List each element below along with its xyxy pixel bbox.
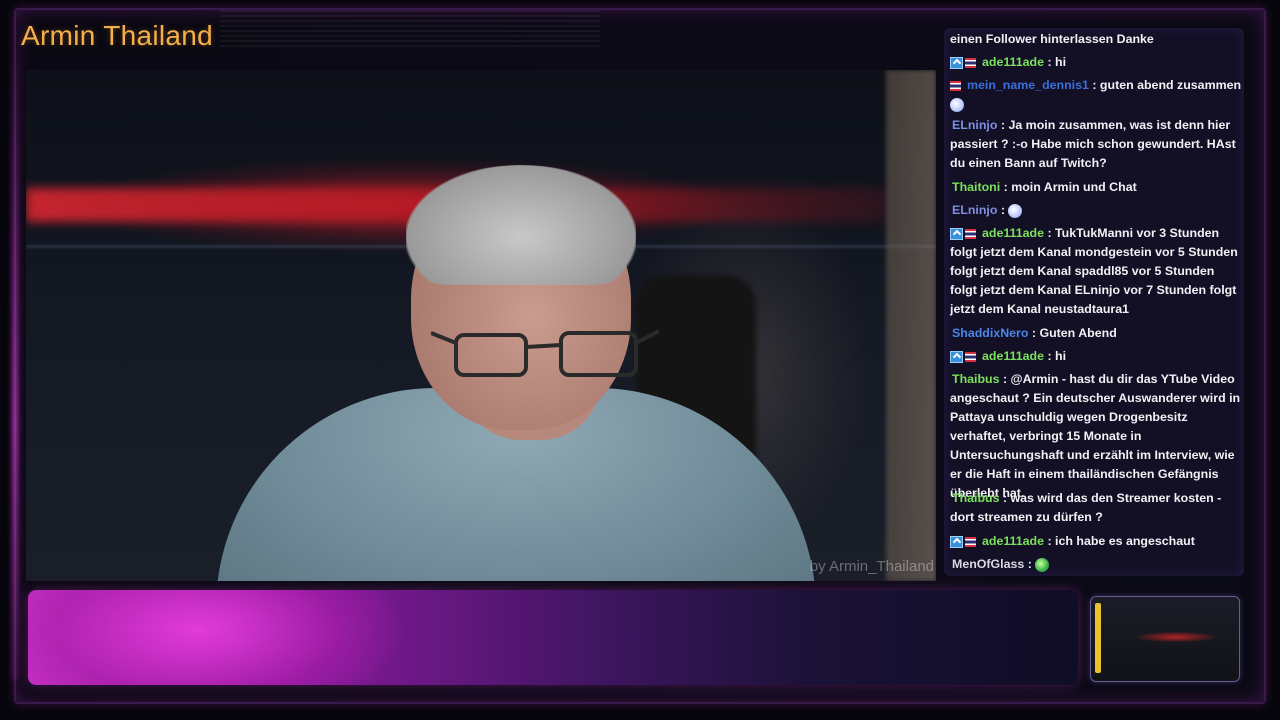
chat-username[interactable]: mein_name_dennis1 <box>967 78 1089 92</box>
chat-username[interactable]: ELninjo <box>952 203 997 217</box>
chat-message: Thaitoni : moin Armin und Chat <box>950 178 1244 197</box>
bits-badge-icon <box>950 350 963 363</box>
user-badges <box>950 76 963 95</box>
user-badges <box>950 224 978 243</box>
frame-glow <box>12 40 18 680</box>
thai-flag-badge-icon <box>965 351 976 362</box>
chat-message: ade111ade : TukTukManni vor 3 Stunden fo… <box>950 224 1244 319</box>
thai-flag-badge-icon <box>950 80 961 91</box>
chat-username[interactable]: ShaddixNero <box>952 326 1028 340</box>
green-emote-icon <box>1035 557 1050 572</box>
user-badges <box>950 347 978 366</box>
header-stripe-decoration <box>220 10 600 48</box>
mini-camera-light <box>1095 603 1101 673</box>
chat-username[interactable]: MenOfGlass <box>952 557 1024 571</box>
mini-camera-preview[interactable] <box>1090 596 1240 682</box>
chat-message: Thaibus : was wird das den Streamer kost… <box>950 489 1244 527</box>
chat-text: : ich habe es angeschaut <box>1047 534 1195 548</box>
chat-message: ade111ade : hi <box>950 53 1244 72</box>
chat-message: einen Follower hinterlassen Danke <box>950 30 1244 49</box>
unicorn-emote-icon <box>1008 203 1023 218</box>
chat-message: ade111ade : hi <box>950 347 1244 366</box>
chat-message: MenOfGlass : <box>950 555 1244 574</box>
stream-title: Armin Thailand <box>21 20 213 51</box>
bits-badge-icon <box>950 227 963 240</box>
chat-panel[interactable]: einen Follower hinterlassen Danke ade111a… <box>944 28 1244 576</box>
chat-message: ade111ade : ich habe es angeschaut <box>950 532 1244 551</box>
user-badges <box>950 53 978 72</box>
chat-text: : Guten Abend <box>1031 326 1117 340</box>
chat-username[interactable]: Thaitoni <box>952 180 1000 194</box>
chat-text: : moin Armin und Chat <box>1003 180 1137 194</box>
thai-flag-badge-icon <box>965 228 976 239</box>
streamer-hair <box>406 165 636 285</box>
chat-username[interactable]: ade111ade <box>982 534 1044 548</box>
chat-username[interactable]: Thaibus <box>952 372 1000 386</box>
chat-message: mein_name_dennis1 : guten abend zusammen <box>950 76 1244 114</box>
chat-username[interactable]: ade111ade <box>982 226 1044 240</box>
bottom-banner <box>28 590 1078 685</box>
thai-flag-badge-icon <box>965 57 976 68</box>
chat-username[interactable]: Thaibus <box>952 491 1000 505</box>
chat-message: ELninjo : Ja moin zusammen, was ist denn… <box>950 116 1244 173</box>
chat-text: : guten abend zusammen <box>1092 78 1242 92</box>
chat-username[interactable]: ELninjo <box>952 118 997 132</box>
thai-flag-badge-icon <box>965 536 976 547</box>
chat-username[interactable]: ade111ade <box>982 55 1044 69</box>
chat-text: : hi <box>1047 55 1067 69</box>
chat-text: einen Follower hinterlassen Danke <box>950 32 1154 46</box>
chat-text: : <box>1027 557 1032 571</box>
chat-username[interactable]: ade111ade <box>982 349 1044 363</box>
chat-message: ELninjo : <box>950 201 1244 220</box>
chat-text: : hi <box>1047 349 1067 363</box>
unicorn-emote-icon <box>950 97 964 112</box>
glasses-icon <box>431 329 660 377</box>
chat-text: : <box>1000 203 1006 217</box>
video-watermark: by Armin_Thailand <box>809 558 934 575</box>
chat-message: ShaddixNero : Guten Abend <box>950 324 1244 343</box>
webcam-video[interactable]: by Armin_Thailand <box>26 70 936 581</box>
bits-badge-icon <box>950 535 963 548</box>
user-badges <box>950 532 978 551</box>
bits-badge-icon <box>950 56 963 69</box>
background-door <box>886 70 936 581</box>
chat-text: : @Armin - hast du dir das YTube Video a… <box>950 372 1241 500</box>
chat-message: Thaibus : @Armin - hast du dir das YTube… <box>950 370 1244 500</box>
